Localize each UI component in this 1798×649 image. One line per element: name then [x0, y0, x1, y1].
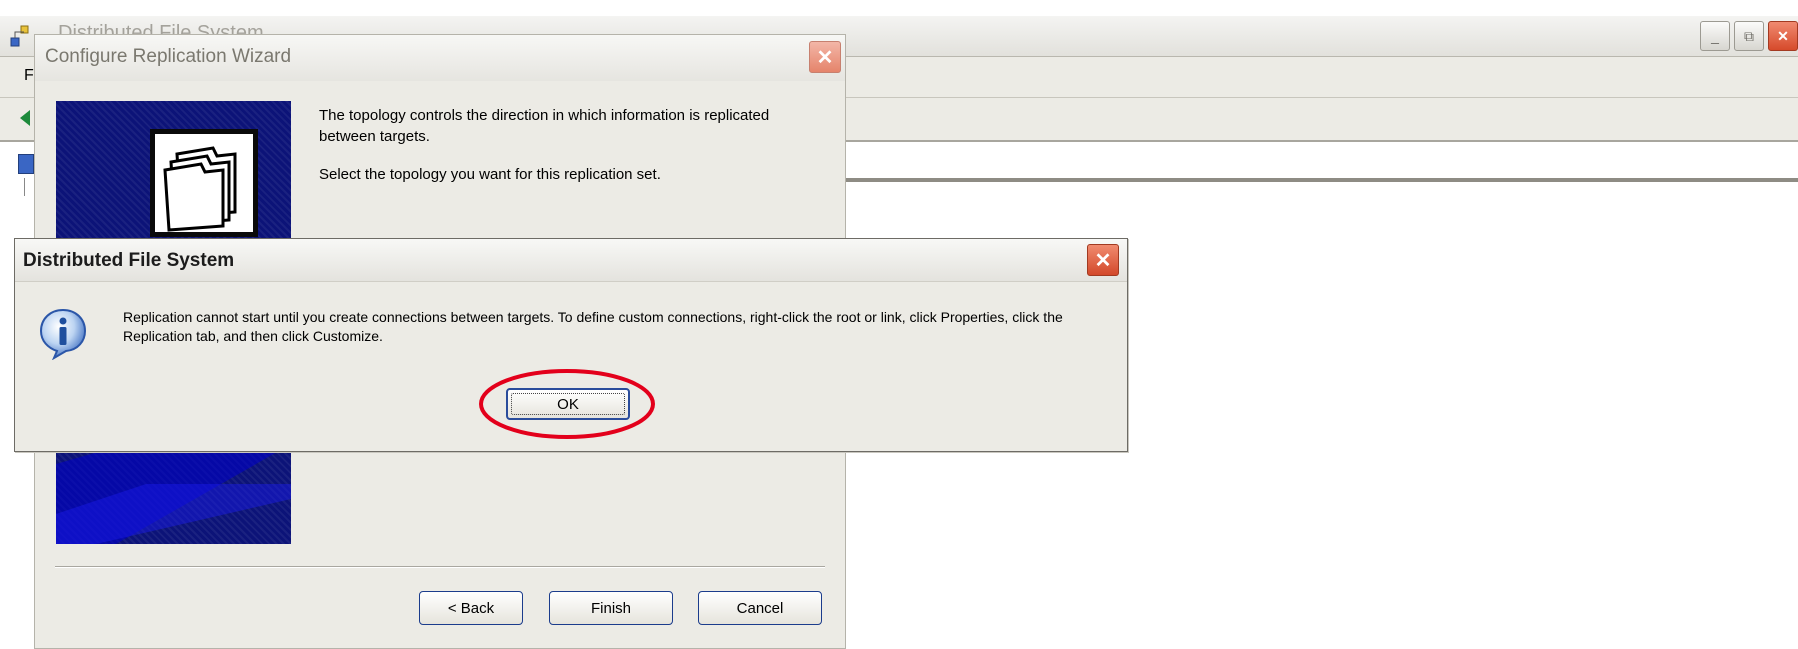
wizard-divider [55, 566, 825, 568]
message-box-title: Distributed File System [23, 250, 235, 271]
restore-button[interactable]: ⧉ [1734, 21, 1764, 51]
wizard-title: Configure Replication Wizard [45, 46, 292, 67]
minimize-button[interactable]: _ [1700, 21, 1730, 51]
wizard-instruction: Select the topology you want for this re… [319, 166, 661, 183]
information-icon [39, 308, 87, 360]
wizard-description: The topology controls the direction in w… [319, 107, 770, 145]
menu-item-file[interactable]: F [24, 67, 34, 85]
dfs-message-box: Distributed File System ✕ Replication ca… [14, 238, 1128, 452]
folders-icon [150, 129, 258, 237]
ok-button[interactable]: OK [506, 388, 630, 420]
window-controls: _ ⧉ ✕ [1700, 21, 1798, 51]
wizard-close-button[interactable]: ✕ [809, 41, 841, 73]
cancel-button[interactable]: Cancel [698, 591, 822, 625]
dfs-app-icon [10, 25, 29, 47]
finish-button[interactable]: Finish [549, 591, 673, 625]
dfs-root-icon[interactable] [18, 154, 34, 174]
close-button[interactable]: ✕ [1768, 21, 1798, 51]
wizard-title-bar: Configure Replication Wizard ✕ [35, 35, 845, 81]
tree-connector [24, 178, 25, 196]
message-box-close-button[interactable]: ✕ [1087, 244, 1119, 276]
back-arrow-icon[interactable] [20, 110, 30, 126]
back-button[interactable]: < Back [419, 591, 523, 625]
message-text: Replication cannot start until you creat… [123, 309, 1063, 344]
message-box-title-bar: Distributed File System ✕ [15, 239, 1127, 282]
